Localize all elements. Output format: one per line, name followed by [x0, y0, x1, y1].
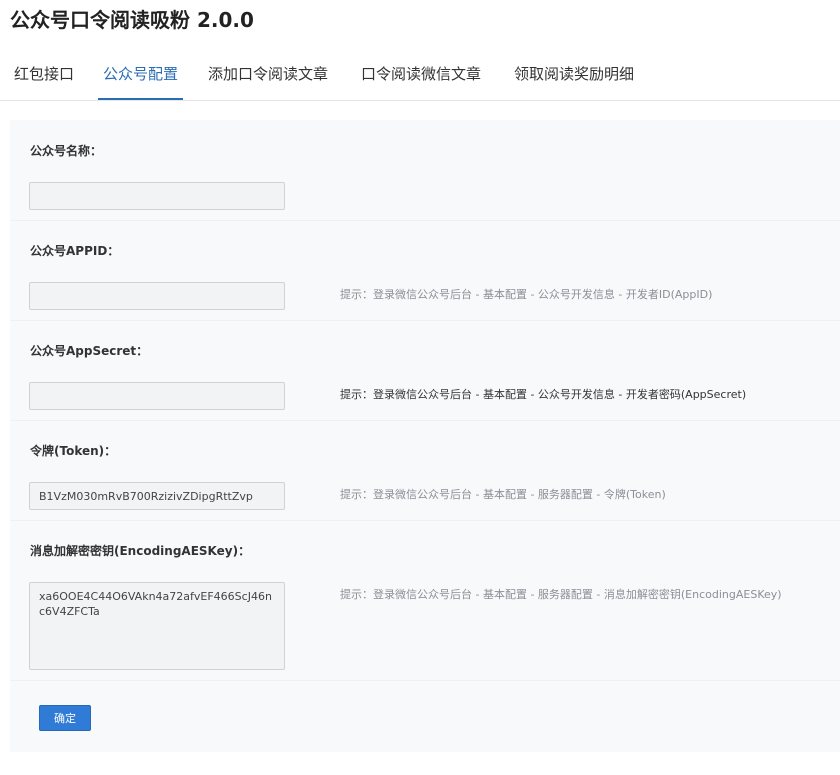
app-title: 公众号口令阅读吸粉 2.0.0 [10, 8, 254, 32]
tab-add-article[interactable]: 添加口令阅读文章 [208, 58, 328, 98]
appid-input[interactable] [29, 282, 285, 310]
aes-key-textarea[interactable]: xa6OOE4C44O6VAkn4a72afvEF466ScJ46nc6V4ZF… [29, 582, 285, 670]
tab-account-config[interactable]: 公众号配置 [98, 58, 184, 100]
form-row-account-name: 公众号名称： [10, 120, 840, 221]
tab-red-packet-api[interactable]: 红包接口 [14, 58, 74, 98]
token-input[interactable] [29, 482, 285, 510]
field-label-account-name: 公众号名称： [30, 144, 103, 158]
appid-hint: 提示：登录微信公众号后台 - 基本配置 - 公众号开发信息 - 开发者ID(Ap… [340, 288, 713, 301]
config-form: 公众号名称： 公众号APPID： 提示：登录微信公众号后台 - 基本配置 - 公… [10, 120, 840, 752]
account-name-input[interactable] [29, 182, 285, 210]
field-label-appid: 公众号APPID： [30, 244, 120, 258]
field-label-token: 令牌(Token)： [30, 444, 117, 458]
tab-reward-details[interactable]: 领取阅读奖励明细 [514, 58, 634, 98]
tab-wechat-articles[interactable]: 口令阅读微信文章 [361, 58, 481, 98]
page: 公众号口令阅读吸粉 2.0.0 红包接口 公众号配置 添加口令阅读文章 口令阅读… [0, 0, 840, 775]
appsecret-input[interactable] [29, 382, 285, 410]
form-row-aes-key: 消息加解密密钥(EncodingAESKey)： xa6OOE4C44O6VAk… [10, 520, 840, 681]
form-row-token: 令牌(Token)： 提示：登录微信公众号后台 - 基本配置 - 服务器配置 -… [10, 420, 840, 521]
appsecret-hint: 提示：登录微信公众号后台 - 基本配置 - 公众号开发信息 - 开发者密码(Ap… [340, 388, 747, 401]
field-label-aes-key: 消息加解密密钥(EncodingAESKey)： [30, 544, 251, 558]
token-hint: 提示：登录微信公众号后台 - 基本配置 - 服务器配置 - 令牌(Token) [340, 488, 666, 501]
submit-button[interactable]: 确定 [39, 705, 91, 731]
form-row-appid: 公众号APPID： 提示：登录微信公众号后台 - 基本配置 - 公众号开发信息 … [10, 220, 840, 321]
aes-key-hint: 提示：登录微信公众号后台 - 基本配置 - 服务器配置 - 消息加解密密钥(En… [340, 588, 782, 601]
form-row-appsecret: 公众号AppSecret： 提示：登录微信公众号后台 - 基本配置 - 公众号开… [10, 320, 840, 421]
tab-bar: 红包接口 公众号配置 添加口令阅读文章 口令阅读微信文章 领取阅读奖励明细 [0, 58, 840, 101]
field-label-appsecret: 公众号AppSecret： [30, 344, 149, 358]
